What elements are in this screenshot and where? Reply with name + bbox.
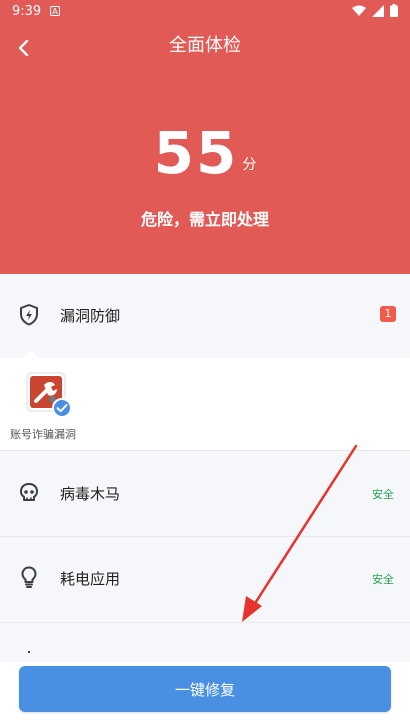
check-list: 漏洞防御 1 账号诈骗漏洞 病毒木马 安全 耗电应用 安全 <box>0 274 410 662</box>
vulnerability-detail-panel: 账号诈骗漏洞 <box>0 350 410 450</box>
battery-icon <box>390 4 398 17</box>
vulnerable-app-label: 账号诈骗漏洞 <box>10 428 76 441</box>
detail-pointer <box>23 350 39 358</box>
score-display: 55 分 <box>0 119 410 189</box>
check-item-battery[interactable]: 耗电应用 安全 <box>0 537 410 622</box>
risk-status-text: 危险，需立即处理 <box>140 210 269 229</box>
score-header: 全面体检 55 分 危险，需立即处理 <box>0 24 410 274</box>
page-title: 全面体检 <box>169 35 241 56</box>
lightbulb-icon <box>21 566 37 588</box>
status-icons <box>352 4 398 17</box>
safe-status: 安全 <box>372 488 394 501</box>
notification-a-icon: A <box>50 6 60 16</box>
check-item-vulnerability[interactable]: 漏洞防御 1 <box>0 274 410 358</box>
wifi-icon <box>352 5 366 16</box>
vulnerable-app[interactable] <box>26 372 72 418</box>
safe-status: 安全 <box>372 573 394 586</box>
check-item-label: 病毒木马 <box>60 485 121 503</box>
partial-icon <box>28 651 30 653</box>
check-item-label: 耗电应用 <box>60 570 121 588</box>
check-item-label: 漏洞防御 <box>60 307 121 325</box>
check-circle-icon <box>52 398 72 418</box>
check-item-virus[interactable]: 病毒木马 安全 <box>0 451 410 536</box>
check-item-partial[interactable] <box>0 623 410 662</box>
one-click-repair-button[interactable]: 一键修复 <box>19 666 391 712</box>
score-value: 55 <box>153 119 239 187</box>
status-bar: 9:39 A <box>0 0 410 24</box>
signal-icon <box>372 4 384 17</box>
score-unit: 分 <box>242 157 257 173</box>
skull-icon <box>20 483 38 501</box>
issue-count-badge: 1 <box>380 306 396 322</box>
bottom-action-bar: 一键修复 <box>0 662 410 728</box>
shield-bolt-icon <box>20 304 38 326</box>
status-time: 9:39 <box>12 4 42 19</box>
